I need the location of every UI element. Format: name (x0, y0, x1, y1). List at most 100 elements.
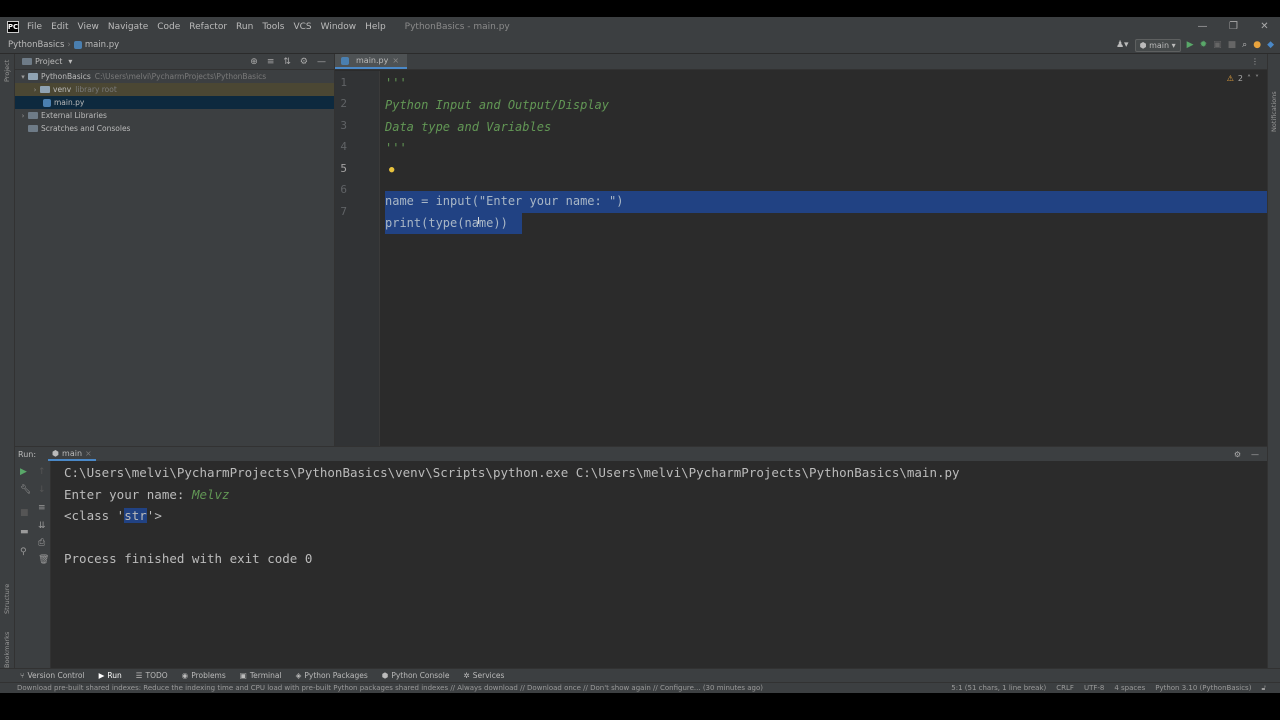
chevron-right-icon[interactable]: › (18, 112, 28, 120)
soft-wrap-icon[interactable]: ≡ (38, 503, 46, 513)
lock-icon[interactable]: 🔓︎ (1261, 684, 1266, 693)
menu-run[interactable]: Run (236, 22, 253, 32)
tool-todo[interactable]: ☰ TODO (136, 671, 168, 680)
project-tool-label[interactable]: Project (3, 60, 11, 82)
stop-icon[interactable]: ■ (20, 508, 29, 518)
wrench-icon[interactable]: 🔧︎ (20, 485, 31, 495)
tree-row-venv[interactable]: › venv library root (15, 83, 334, 96)
print-icon[interactable]: ⎙ (38, 538, 45, 548)
user-icon[interactable]: ♟▾ (1116, 41, 1129, 50)
status-line-separator[interactable]: CRLF (1056, 684, 1074, 693)
hide-icon[interactable]: — (1251, 450, 1259, 459)
chevron-right-icon[interactable]: › (30, 86, 40, 94)
code-area[interactable]: ''' Python Input and Output/Display Data… (385, 71, 1267, 446)
tool-terminal[interactable]: ▣ Terminal (240, 671, 282, 680)
chevron-up-icon[interactable]: ˄ (1247, 74, 1251, 83)
scroll-end-icon[interactable]: ⇊ (38, 521, 46, 531)
status-message[interactable]: Download pre-built shared indexes: Reduc… (17, 684, 763, 692)
bookmarks-tool-label[interactable]: Bookmarks (3, 632, 11, 668)
update-icon[interactable]: ● (1253, 41, 1261, 50)
structure-tool-label[interactable]: Structure (3, 584, 11, 614)
menu-navigate[interactable]: Navigate (108, 22, 148, 32)
breadcrumb-project[interactable]: PythonBasics (8, 40, 64, 50)
run-icon[interactable]: ▶ (1187, 41, 1194, 50)
tool-run[interactable]: ▶ Run (99, 671, 122, 680)
expand-all-icon[interactable]: ≡ (267, 57, 275, 67)
run-panel-actions: ⚙ — (1234, 450, 1259, 459)
menu-refactor[interactable]: Refactor (189, 22, 227, 32)
collapse-all-icon[interactable]: ⇅ (283, 57, 291, 67)
menu-file[interactable]: File (27, 22, 42, 32)
console-exit-line: Process finished with exit code 0 (64, 551, 313, 566)
gear-icon[interactable]: ⚙ (1234, 450, 1241, 459)
editor-tabs: main.py × ⋮ (335, 54, 1267, 70)
lightbulb-icon[interactable]: ● (389, 165, 394, 175)
tree-row-external-libraries[interactable]: › External Libraries (15, 109, 334, 122)
tree-row-root[interactable]: ▾ PythonBasics C:\Users\melvi\PycharmPro… (15, 70, 334, 83)
project-panel-actions: ⊕ ≡ ⇅ ⚙ — (250, 57, 326, 67)
rerun-icon[interactable]: ▶ (20, 467, 27, 477)
minimize-icon[interactable]: — (1187, 17, 1218, 37)
tool-terminal-label: Terminal (249, 671, 282, 680)
stop-icon[interactable]: ■ (1228, 41, 1237, 50)
run-console-output[interactable]: C:\Users\melvi\PycharmProjects\PythonBas… (64, 461, 1267, 669)
status-encoding[interactable]: UTF-8 (1084, 684, 1104, 693)
maximize-icon[interactable]: ❐ (1218, 17, 1249, 37)
status-position[interactable]: 5:1 (51 chars, 1 line break) (951, 684, 1046, 693)
tool-version-control[interactable]: ⑂ Version Control (20, 671, 85, 680)
hide-icon[interactable]: — (317, 57, 326, 67)
python-icon: ⬢ (381, 671, 389, 680)
layout-icon[interactable]: ▬ (20, 527, 29, 537)
chevron-down-icon[interactable]: ˅ (1255, 74, 1259, 83)
run-panel-title: Run: (18, 449, 37, 459)
status-indent[interactable]: 4 spaces (1114, 684, 1145, 693)
code-editor: main.py × ⋮ 1 2 3 4 5 6 7 ''' Python Inp… (335, 54, 1267, 446)
trash-icon[interactable]: 🗑︎ (38, 555, 49, 565)
inspection-widget[interactable]: ⚠ 2 ˄ ˅ (1227, 74, 1259, 83)
run-tab-main[interactable]: ⬢ main × (48, 447, 96, 461)
line-number: 5 (340, 162, 347, 175)
up-arrow-icon[interactable]: ↑ (38, 467, 46, 477)
pycharm-logo-icon: PC (7, 21, 19, 33)
status-interpreter[interactable]: Python 3.10 (PythonBasics) (1155, 684, 1251, 693)
run-config-select[interactable]: ⬢ main ▾ (1134, 39, 1181, 52)
menu-window[interactable]: Window (321, 22, 357, 32)
navigation-bar: PythonBasics › main.py ♟▾ ⬢ main ▾ ▶ ✹ ▣… (0, 37, 1280, 54)
run-panel: Run: ⬢ main × ⚙ — ▶ ↑ 🔧︎ ↓ ≡ ■ ⇊ ▬ ⎙ ⚲ 🗑… (15, 446, 1267, 669)
menu-vcs[interactable]: VCS (293, 22, 311, 32)
tool-problems[interactable]: ◉ Problems (182, 671, 226, 680)
project-panel-title[interactable]: Project (35, 57, 62, 66)
menu-bar: PC File Edit View Navigate Code Refactor… (0, 17, 1280, 37)
tool-services[interactable]: ✲ Services (463, 671, 504, 680)
gear-icon[interactable]: ⚙ (300, 57, 308, 67)
tab-main-py[interactable]: main.py × (335, 54, 408, 69)
locate-icon[interactable]: ⊕ (250, 57, 258, 67)
more-icon[interactable]: ⋮ (1251, 57, 1259, 66)
tool-python-console[interactable]: ⬢ Python Console (382, 671, 450, 680)
pin-icon[interactable]: ⚲ (20, 547, 27, 557)
close-tab-icon[interactable]: × (392, 56, 399, 65)
tree-root-path: C:\Users\melvi\PycharmProjects\PythonBas… (94, 72, 267, 81)
notifications-tool-label[interactable]: Notifications (1270, 91, 1278, 132)
code-line-2: Python Input and Output/Display (385, 98, 609, 112)
menu-view[interactable]: View (78, 22, 99, 32)
chevron-down-icon[interactable]: ▾ (68, 57, 72, 66)
chevron-down-icon[interactable]: ▾ (18, 73, 28, 81)
tree-row-main-py[interactable]: main.py (15, 96, 334, 109)
close-tab-icon[interactable]: × (85, 449, 92, 458)
menu-help[interactable]: Help (365, 22, 386, 32)
tool-python-packages[interactable]: ◈ Python Packages (296, 671, 368, 680)
debug-icon[interactable]: ✹ (1200, 41, 1208, 50)
menu-tools[interactable]: Tools (262, 22, 284, 32)
down-arrow-icon[interactable]: ↓ (38, 485, 46, 495)
menu-edit[interactable]: Edit (51, 22, 68, 32)
python-icon: ⬢ (1139, 41, 1150, 50)
coverage-icon[interactable]: ▣ (1213, 41, 1222, 50)
breadcrumb-file[interactable]: main.py (85, 40, 119, 50)
search-icon[interactable]: ⌕ (1242, 41, 1247, 50)
ide-logo-icon: ◆ (1267, 40, 1274, 50)
close-icon[interactable]: ✕ (1249, 17, 1280, 37)
menu-code[interactable]: Code (157, 22, 180, 32)
tree-row-scratches[interactable]: Scratches and Consoles (15, 122, 334, 135)
tree-venv-note: library root (75, 85, 117, 94)
